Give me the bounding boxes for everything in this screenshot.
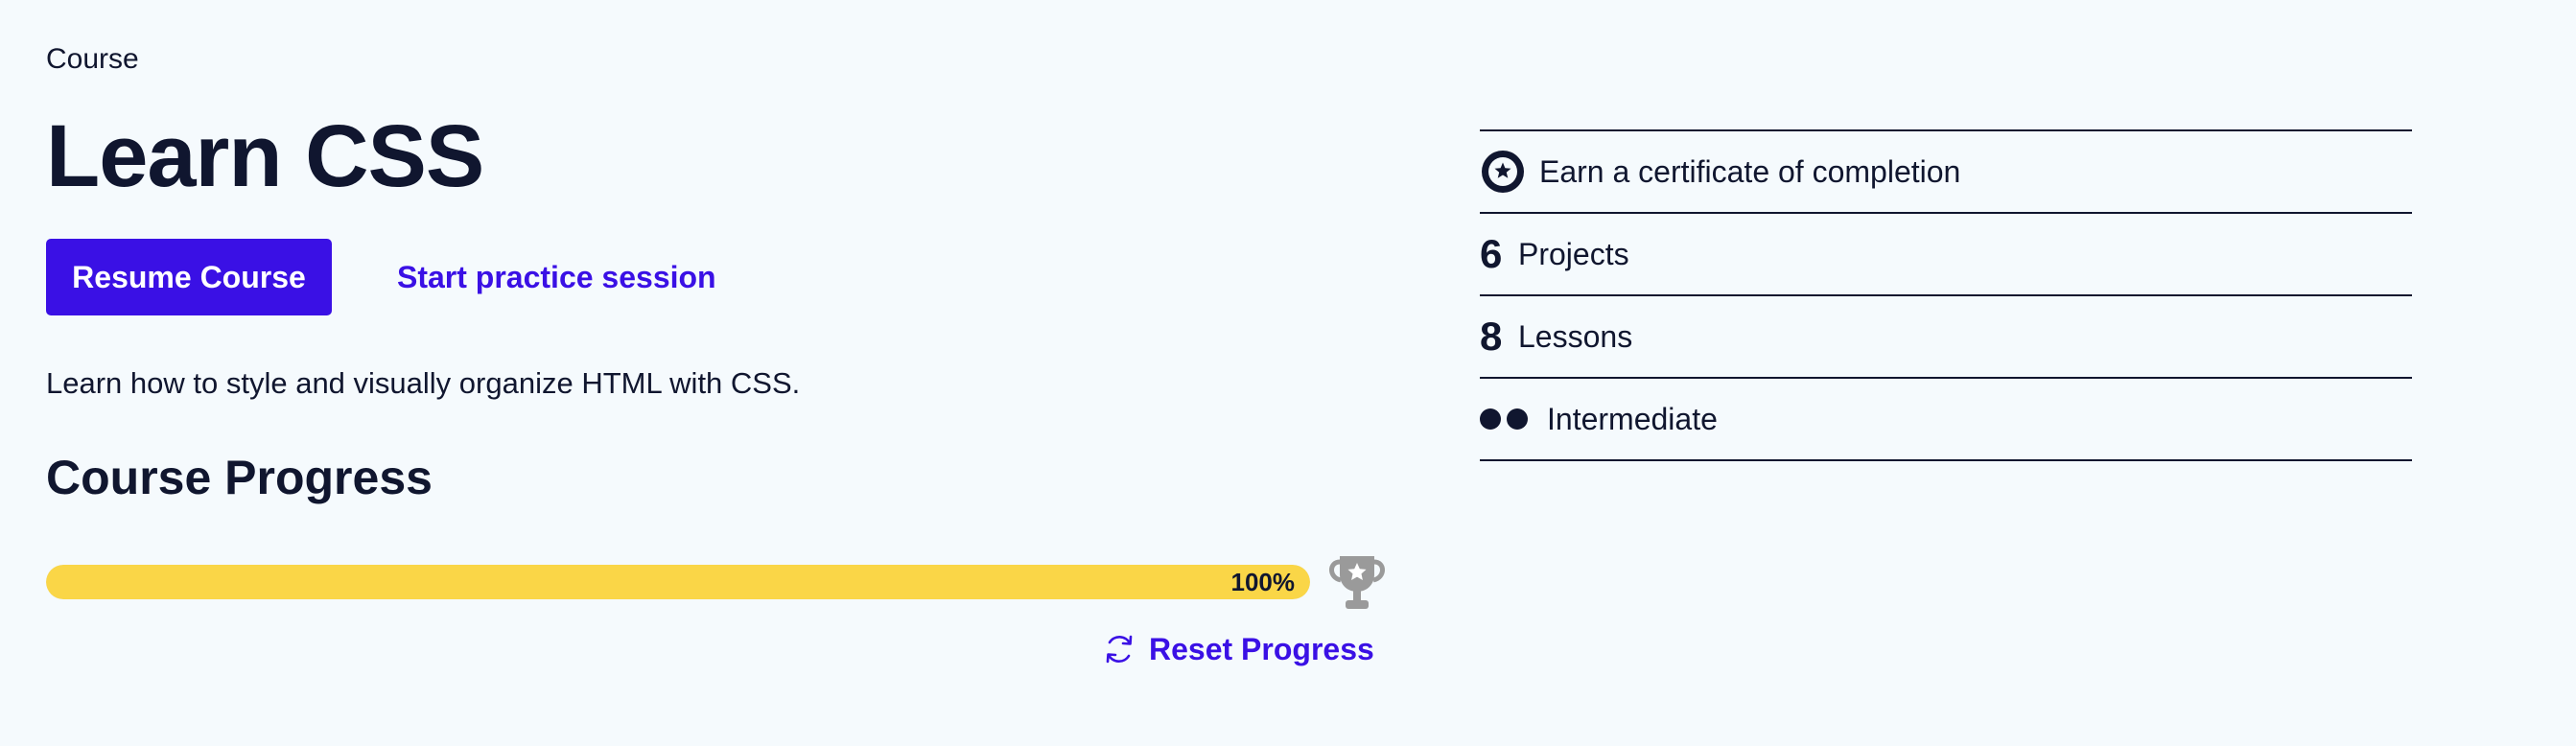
difficulty-dots-icon bbox=[1480, 408, 1534, 430]
certificate-row: Earn a certificate of completion bbox=[1480, 131, 2412, 214]
progress-bar: 100% bbox=[46, 565, 1310, 599]
reset-progress-label: Reset Progress bbox=[1149, 631, 1374, 666]
projects-row: 6 Projects bbox=[1480, 214, 2412, 296]
reset-progress-button[interactable]: Reset Progress bbox=[1101, 631, 1374, 667]
projects-label: Projects bbox=[1518, 236, 1629, 271]
level-row: Intermediate bbox=[1480, 379, 2412, 461]
resume-course-button[interactable]: Resume Course bbox=[46, 239, 332, 315]
course-title: Learn CSS bbox=[46, 107, 484, 205]
course-progress-heading: Course Progress bbox=[46, 451, 433, 504]
certificate-label: Earn a certificate of completion bbox=[1539, 153, 1961, 189]
lessons-count: 8 bbox=[1480, 314, 1503, 359]
certificate-star-icon bbox=[1482, 151, 1524, 193]
course-actions: Resume Course Start practice session bbox=[46, 239, 716, 315]
refresh-icon bbox=[1106, 635, 1133, 664]
progress-percent-label: 100% bbox=[1230, 568, 1296, 596]
course-details-list: Earn a certificate of completion 6 Proje… bbox=[1480, 129, 2412, 461]
progress-row: 100% bbox=[46, 548, 1391, 616]
trophy-icon bbox=[1329, 556, 1385, 609]
course-description: Learn how to style and visually organize… bbox=[46, 366, 801, 400]
lessons-label: Lessons bbox=[1518, 318, 1633, 354]
progress-bar-fill bbox=[46, 565, 1310, 599]
course-eyebrow: Course bbox=[46, 43, 139, 75]
lessons-row: 8 Lessons bbox=[1480, 296, 2412, 379]
projects-count: 6 bbox=[1480, 231, 1503, 276]
level-label: Intermediate bbox=[1547, 401, 1718, 436]
start-practice-session-link[interactable]: Start practice session bbox=[397, 260, 716, 295]
